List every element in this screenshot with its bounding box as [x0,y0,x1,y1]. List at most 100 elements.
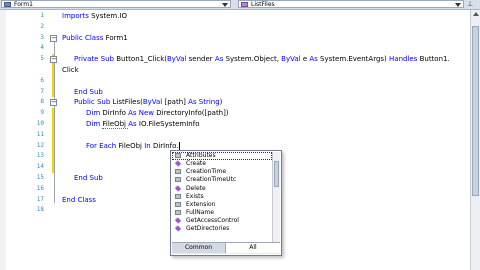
line-number: 1 [40,12,44,19]
member-list-item[interactable]: CreationTime [172,168,272,176]
code-line[interactable]: Public Class Form1 [62,33,128,44]
member-list-item[interactable]: GetDirectories [172,225,272,233]
intellisense-popup[interactable]: Attributes Create CreationTime CreationTime… [170,150,282,256]
member-list-item[interactable]: GetAccessControl [172,217,272,225]
keyword-token: ByVal [281,55,303,64]
line-number: 2 [40,22,44,30]
class-icon [4,2,11,7]
line-number [6,249,44,259]
member-list-item[interactable]: CreationTimeUtc [172,176,272,184]
keyword-token: Private Sub [74,55,117,64]
keyword-token: ByVal [142,98,165,107]
keyword-token: End Class [62,195,96,204]
code-line[interactable]: End Sub [74,173,103,184]
outline-line [54,40,55,203]
member-list-tabs: Common All [172,242,280,254]
code-token: System.EventArgs) [320,55,390,64]
property-icon [175,193,181,199]
keyword-token: End Sub [74,87,103,96]
member-list-label: GetDirectories [186,225,230,233]
scroll-thumb[interactable] [472,26,479,196]
member-list-label: Create [186,160,206,168]
line-number: 11 [36,130,44,138]
line-number: 5 [40,55,44,63]
vertical-scrollbar[interactable] [470,10,480,270]
line-number: 12 [36,141,44,149]
keyword-token: As [128,120,139,128]
member-list-label: CreationTimeUtc [186,176,237,184]
line-number: 14 [36,163,44,171]
tab-common[interactable]: Common [172,243,226,253]
member-list-item[interactable]: Attributes [172,152,272,161]
code-line[interactable]: Dim FileObj As IO.FileSystemInfo [86,119,200,130]
line-number: 4 [40,44,44,52]
split-icon[interactable]: ⊥ [466,1,474,8]
code-token: IO.FileSystemInfo [138,120,200,128]
chevron-down-icon[interactable] [455,3,461,7]
method-combo-label: ListFiles [251,1,275,8]
collapse-sub-icon[interactable]: − [50,99,57,107]
chevron-down-icon[interactable] [222,3,228,7]
keyword-token: As [214,55,226,64]
code-line[interactable]: End Class [62,195,96,206]
member-list-label: CreationTime [186,168,227,176]
method-icon [174,217,182,224]
tab-all[interactable]: All [226,243,280,253]
line-number [6,238,44,248]
code-line[interactable]: End Sub [74,87,103,98]
line-number: 10 [36,120,44,127]
code-token: [path] [164,98,189,107]
keyword-token: Public Sub [74,98,113,107]
keyword-token: End Sub [74,174,103,182]
code-token: ListFiles( [112,98,143,107]
line-number: 8 [40,98,44,106]
collapse-sub-icon[interactable]: − [50,56,57,64]
line-number: 7 [40,87,44,95]
line-number: 15 [36,174,44,181]
line-number: 13 [36,152,44,160]
keyword-token: For Each [86,141,119,150]
member-list-item[interactable]: Extension [172,201,272,209]
member-list-label: Exists [186,192,204,200]
keyword-token: Public Class [62,33,106,42]
code-token: DirInfo [102,109,129,118]
navigation-bar: Form1 ListFiles ⊥ [0,0,480,10]
keyword-token: As [309,55,321,64]
line-number: 17 [36,195,44,203]
code-line[interactable]: Imports System.IO [62,11,127,22]
class-combo-label: Form1 [14,1,33,8]
keyword-token: String [198,98,220,107]
method-icon [174,184,182,192]
method-icon [174,160,182,167]
scroll-up-icon[interactable] [473,12,479,16]
code-line[interactable]: Private Sub Button1_Click(ByVal sender A… [74,54,450,65]
method-name-combo[interactable]: ListFiles [238,0,464,8]
property-icon [175,169,181,175]
member-list-scroll-thumb[interactable] [274,161,279,187]
keyword-token: In [144,141,153,150]
code-line[interactable]: Public Sub ListFiles(ByVal [path] As Str… [74,97,222,108]
collapse-class-icon[interactable]: − [50,34,57,42]
member-list-item[interactable]: Exists [172,193,272,201]
text-caret [178,141,180,150]
member-list[interactable]: Attributes Create CreationTime CreationTime… [172,152,272,243]
code-line[interactable]: Click [62,65,79,76]
code-line[interactable]: For Each FileObj In DirInfo. [86,141,180,152]
keyword-token: Dim [86,120,103,128]
member-list-scrollbar[interactable] [272,152,280,243]
line-number: 16 [36,184,44,192]
member-list-label: FullName [186,208,214,216]
line-number: 18 [36,206,44,214]
line-number: 6 [40,76,44,84]
line-number: 9 [40,109,44,117]
code-line[interactable]: Dim DirInfo As New DirectoryInfo([path]) [86,108,229,119]
member-list-item[interactable]: Delete [172,185,272,193]
member-list-item[interactable]: FullName [172,209,272,217]
member-list-item[interactable]: Create [172,160,272,168]
class-name-combo[interactable]: Form1 [1,0,231,8]
method-icon [174,225,182,232]
keyword-token: As [188,98,199,107]
code-token: DirInfo. [152,141,179,150]
keyword-token: Handles [389,55,420,64]
code-token: DirectoryInfo([path]) [156,109,229,118]
